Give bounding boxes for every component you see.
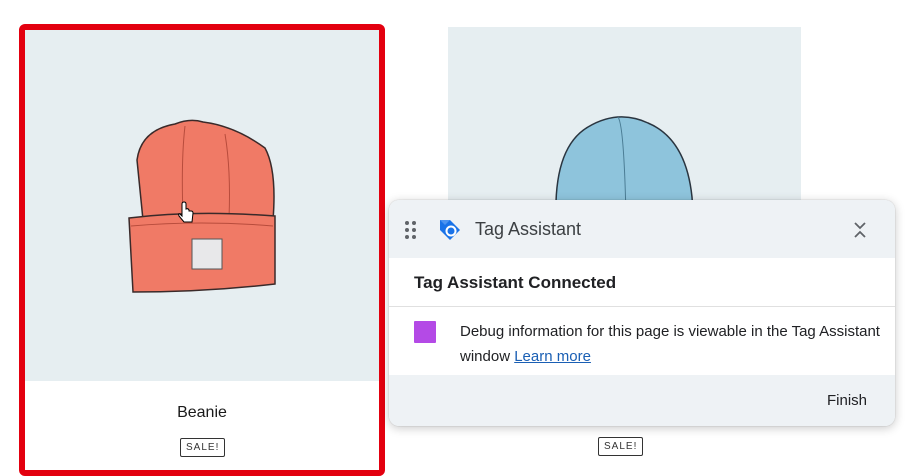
tag-assistant-header: Tag Assistant	[389, 200, 895, 259]
sale-badge: SALE!	[180, 438, 226, 457]
message-section: Debug information for this page is viewa…	[389, 307, 895, 375]
status-section: Tag Assistant Connected	[389, 258, 895, 307]
learn-more-link[interactable]: Learn more	[514, 348, 591, 365]
sale-badge: SALE!	[598, 437, 644, 456]
drag-handle-icon[interactable]	[405, 221, 417, 239]
product-image-beanie[interactable]	[25, 30, 379, 381]
collapse-icon[interactable]	[849, 218, 871, 242]
finish-button[interactable]: Finish	[827, 392, 867, 409]
tag-assistant-logo-icon	[440, 220, 460, 240]
product-card-beanie[interactable]: Beanie SALE!	[19, 24, 385, 476]
debug-message: Debug information for this page is viewa…	[460, 319, 880, 369]
tag-assistant-popup: Tag Assistant Tag Assistant Connected De…	[389, 200, 895, 426]
tag-assistant-footer: Finish	[389, 375, 895, 426]
color-swatch-icon	[414, 321, 436, 343]
product-title[interactable]: Beanie	[25, 404, 379, 422]
beanie-illustration	[128, 119, 276, 293]
connection-status: Tag Assistant Connected	[414, 273, 617, 292]
tag-assistant-title: Tag Assistant	[475, 219, 582, 239]
